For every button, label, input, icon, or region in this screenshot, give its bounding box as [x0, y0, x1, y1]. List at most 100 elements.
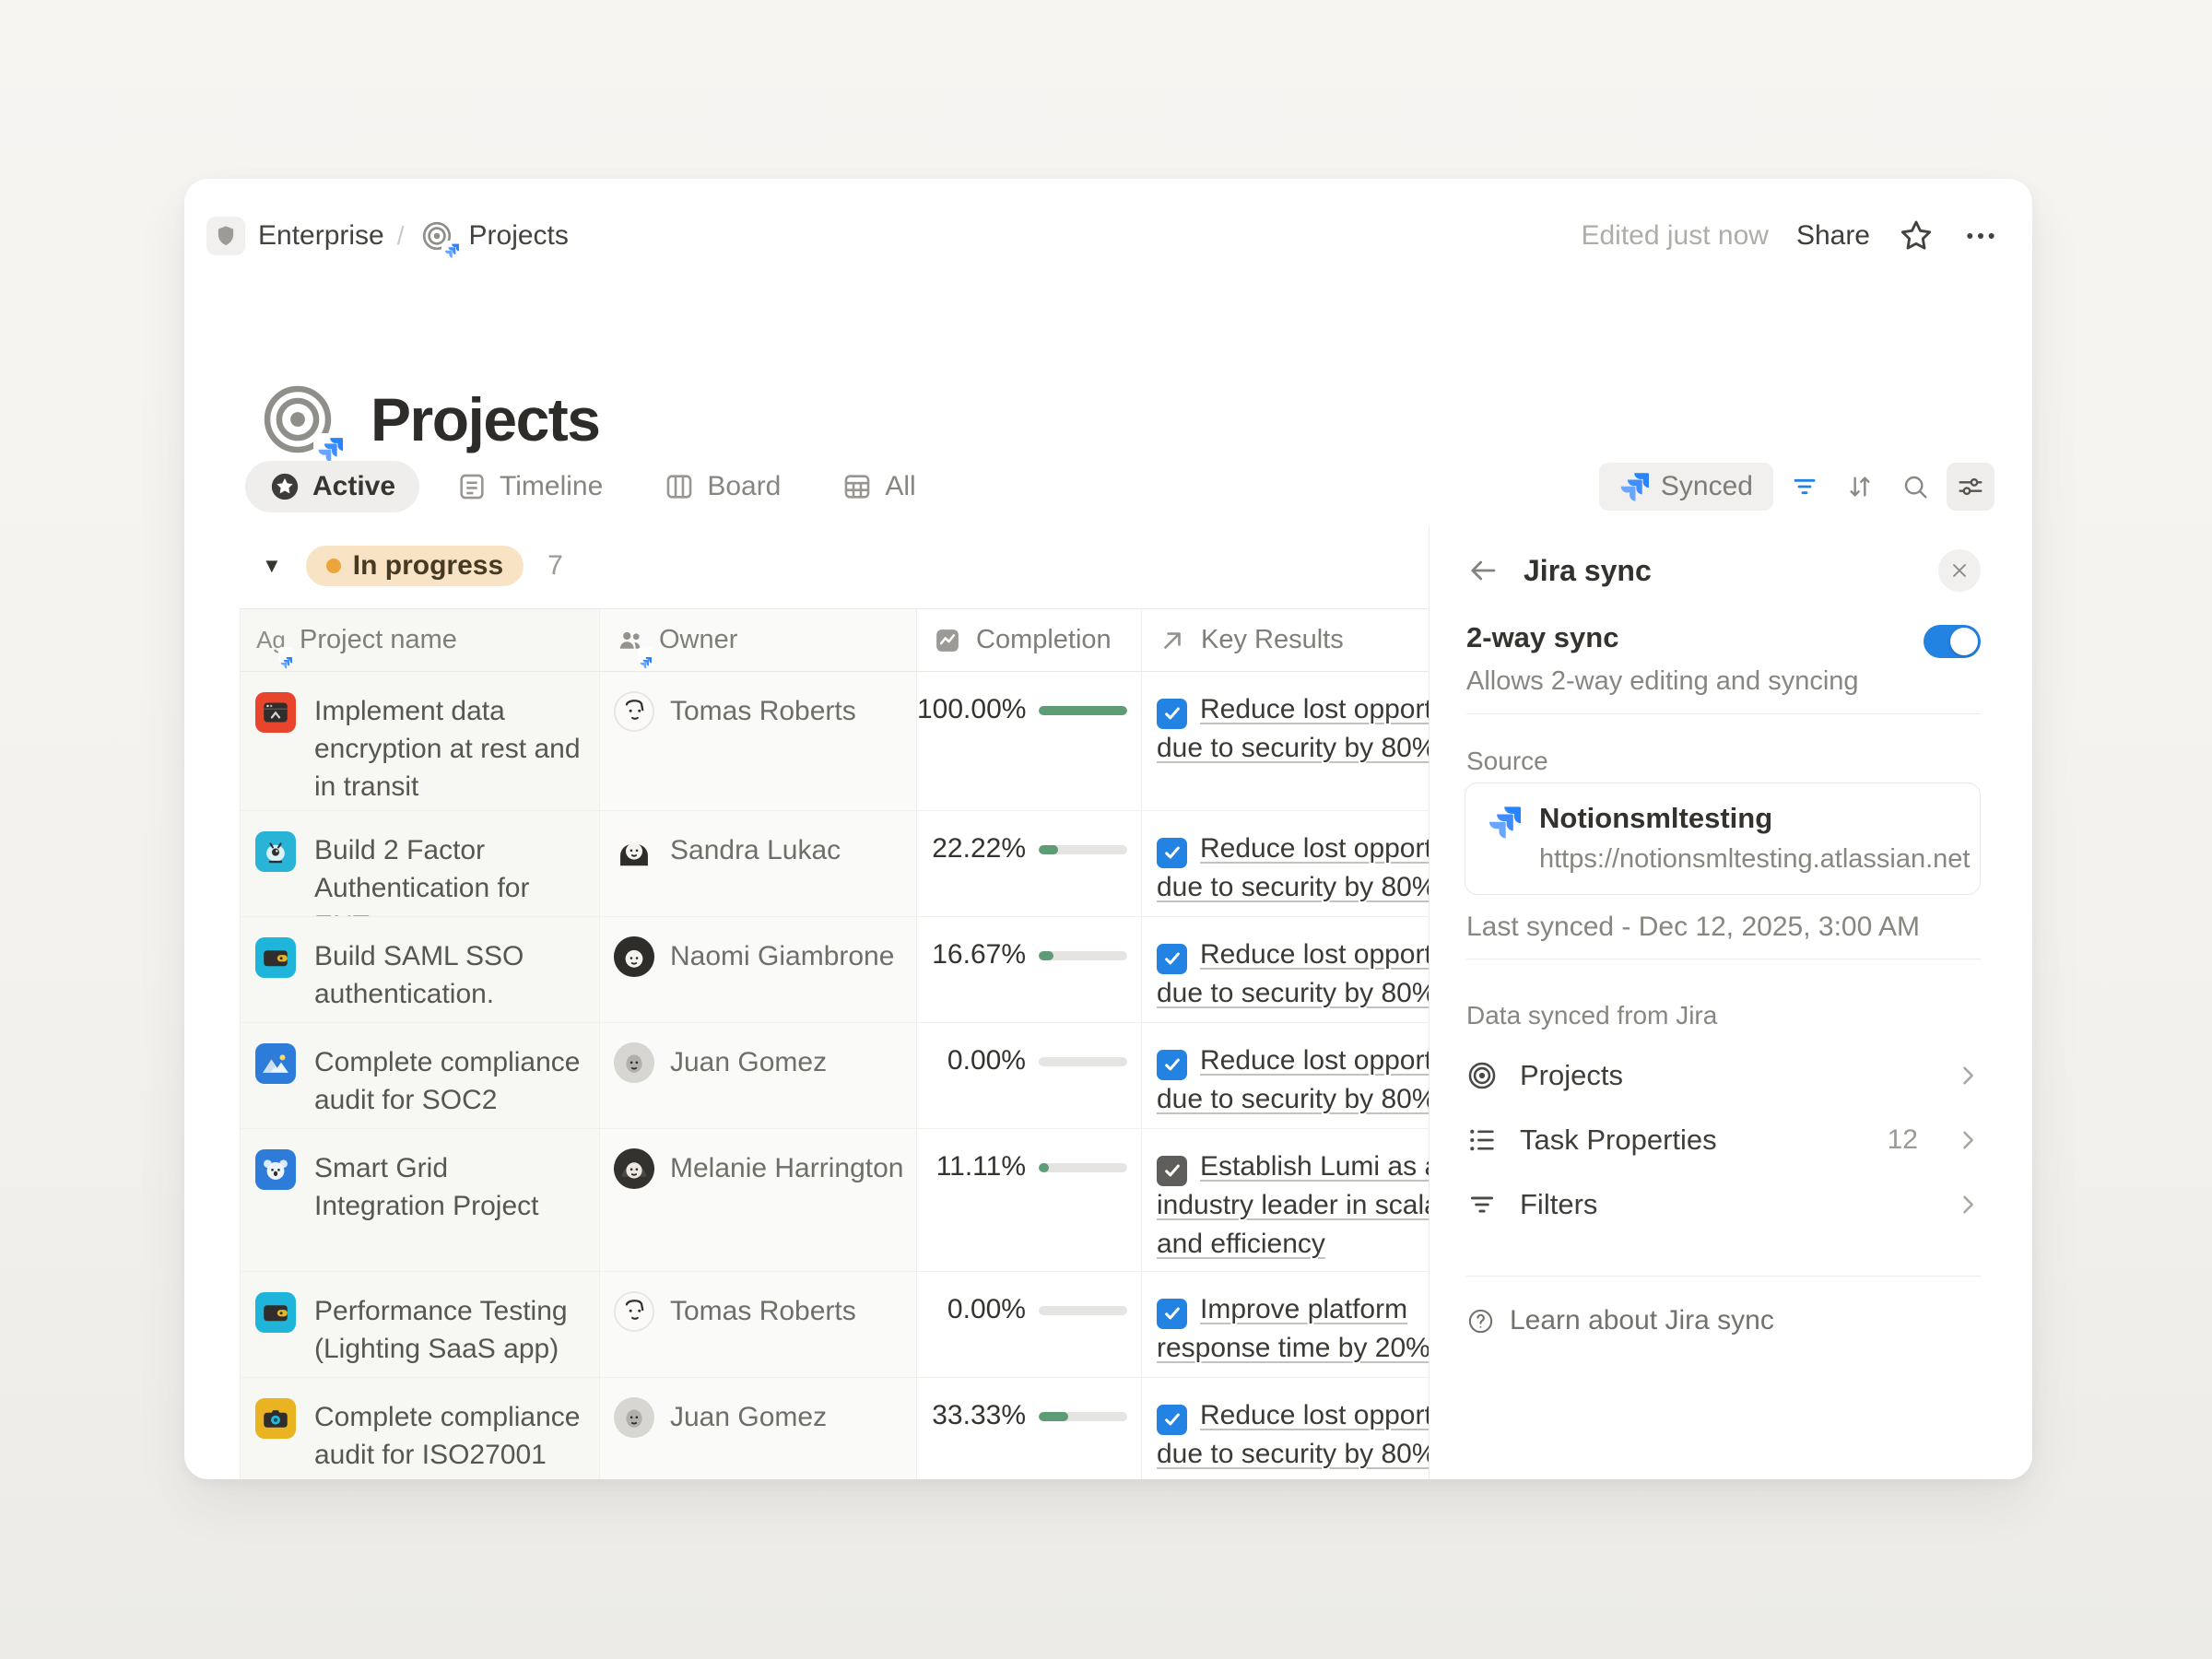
divider — [1466, 1276, 1981, 1277]
key-result-checkbox[interactable] — [1157, 838, 1187, 868]
column-header-key-results[interactable]: Key Results — [1142, 609, 1429, 671]
key-results-cell[interactable]: Establish Lumi as a industry leader in sc… — [1142, 1129, 1429, 1271]
owner-cell[interactable]: Tomas Roberts — [600, 672, 917, 810]
source-name: Notionsmltesting — [1539, 802, 1970, 835]
more-options-icon[interactable] — [1962, 218, 1999, 254]
project-name-cell[interactable]: Build 2 Factor Authentication for ENT — [241, 811, 600, 916]
project-name[interactable]: Complete compliance audit for ISO27001 — [314, 1398, 586, 1474]
source-card[interactable]: Notionsmltesting https://notionsmltestin… — [1465, 782, 1981, 895]
page-icon-target[interactable] — [258, 380, 337, 459]
owner-cell[interactable]: Naomi Giambrone — [600, 917, 917, 1022]
owner-cell[interactable]: Juan Gomez — [600, 1378, 917, 1479]
tab-active[interactable]: Active — [245, 461, 419, 512]
project-name[interactable]: Implement data encryption at rest and in… — [314, 692, 586, 806]
key-results-cell[interactable]: Reduce lost opportu due to security by 80… — [1142, 1378, 1429, 1479]
completion-value: 22.22% — [917, 833, 1026, 865]
completion-cell[interactable]: 33.33% — [917, 1378, 1142, 1479]
search-icon[interactable] — [1891, 463, 1939, 511]
project-name-cell[interactable]: Smart Grid Integration Project — [241, 1129, 600, 1271]
key-results-cell[interactable]: Improve platform response time by 20% — [1142, 1272, 1429, 1377]
key-results-cell[interactable]: Reduce lost opportu due to security by 80… — [1142, 917, 1429, 1022]
key-result-link[interactable]: response time by 20% — [1157, 1333, 1429, 1363]
owner-cell[interactable]: Tomas Roberts — [600, 1272, 917, 1377]
completion-cell[interactable]: 0.00% — [917, 1272, 1142, 1377]
two-way-sync-toggle[interactable] — [1924, 625, 1981, 658]
key-result-link[interactable]: Reduce lost opportu — [1200, 1045, 1429, 1076]
synced-item-task-properties[interactable]: Task Properties12 — [1466, 1108, 1981, 1172]
project-name[interactable]: Build 2 Factor Authentication for ENT — [314, 831, 586, 916]
synced-item-projects[interactable]: Projects — [1466, 1043, 1981, 1108]
key-result-link[interactable]: due to security by 80% — [1157, 978, 1429, 1008]
owner-cell[interactable]: Juan Gomez — [600, 1023, 917, 1128]
status-badge[interactable]: In progress — [306, 546, 524, 586]
project-name-cell[interactable]: Performance Testing (Lighting SaaS app) — [241, 1272, 600, 1377]
breadcrumb-page[interactable]: Projects — [469, 220, 569, 252]
workspace-shield-icon[interactable] — [206, 217, 245, 255]
completion-cell[interactable]: 16.67% — [917, 917, 1142, 1022]
view-settings-icon[interactable] — [1947, 463, 1994, 511]
owner-cell[interactable]: Sandra Lukac — [600, 811, 917, 916]
key-results-cell[interactable]: Reduce lost opportu due to security by 80… — [1142, 672, 1429, 810]
key-results-cell[interactable]: Reduce lost opportu due to security by 80… — [1142, 1023, 1429, 1128]
favorite-star-icon[interactable] — [1898, 218, 1935, 254]
table-row: Implement data encryption at rest and in… — [241, 672, 1429, 810]
project-name-cell[interactable]: Implement data encryption at rest and in… — [241, 672, 600, 810]
column-header-project-name[interactable]: AgProject name — [241, 609, 600, 671]
project-name[interactable]: Performance Testing (Lighting SaaS app) — [314, 1292, 586, 1368]
key-result-checkbox[interactable] — [1157, 1299, 1187, 1329]
tab-board[interactable]: Board — [640, 461, 805, 512]
collapse-triangle-icon[interactable]: ▼ — [262, 554, 282, 578]
project-name[interactable]: Smart Grid Integration Project — [314, 1149, 586, 1225]
project-name-cell[interactable]: Complete compliance audit for SOC2 — [241, 1023, 600, 1128]
key-result-link[interactable]: industry leader in scala — [1157, 1190, 1429, 1220]
key-result-checkbox[interactable] — [1157, 1405, 1187, 1435]
key-result-checkbox[interactable] — [1157, 699, 1187, 729]
key-result-link[interactable]: due to security by 80% — [1157, 1084, 1429, 1114]
key-result-link[interactable]: due to security by 80% — [1157, 1439, 1429, 1469]
share-button[interactable]: Share — [1796, 220, 1870, 252]
key-result-checkbox[interactable] — [1157, 1156, 1187, 1186]
learn-about-jira-sync-link[interactable]: Learn about Jira sync — [1466, 1305, 1774, 1336]
key-results-cell[interactable]: Reduce lost opportu due to security by 80… — [1142, 811, 1429, 916]
completion-cell[interactable]: 11.11% — [917, 1129, 1142, 1271]
key-result-link[interactable]: due to security by 80% — [1157, 733, 1429, 763]
column-label: Completion — [976, 625, 1112, 655]
project-name[interactable]: Complete compliance audit for SOC2 — [314, 1043, 586, 1119]
completion-cell[interactable]: 22.22% — [917, 811, 1142, 916]
owner-name: Naomi Giambrone — [670, 935, 894, 978]
completion-cell[interactable]: 100.00% — [917, 672, 1142, 810]
tab-timeline[interactable]: Timeline — [432, 461, 627, 512]
key-result-link[interactable]: Reduce lost opportu — [1200, 694, 1429, 724]
back-arrow-icon[interactable] — [1466, 554, 1500, 587]
panel-header: Jira sync — [1466, 547, 1981, 594]
synced-item-filters[interactable]: Filters — [1466, 1172, 1981, 1237]
project-name-cell[interactable]: Build SAML SSO authentication. — [241, 917, 600, 1022]
column-header-owner[interactable]: Owner — [600, 609, 917, 671]
owner-cell[interactable]: Melanie Harrington — [600, 1129, 917, 1271]
key-result-link[interactable]: Reduce lost opportu — [1200, 939, 1429, 970]
column-header-completion[interactable]: Completion — [917, 609, 1142, 671]
tab-all[interactable]: All — [818, 461, 939, 512]
key-result-link[interactable]: and efficiency — [1157, 1229, 1325, 1259]
key-result-link[interactable]: Improve platform — [1200, 1294, 1407, 1324]
close-icon[interactable] — [1938, 549, 1981, 592]
key-result-link[interactable]: Establish Lumi as a — [1200, 1151, 1429, 1182]
key-result-link[interactable]: due to security by 80% — [1157, 872, 1429, 902]
grid-icon — [841, 471, 873, 502]
projects-target-icon[interactable] — [418, 217, 456, 255]
key-result-checkbox[interactable] — [1157, 944, 1187, 974]
project-name[interactable]: Build SAML SSO authentication. — [314, 937, 586, 1013]
synced-button[interactable]: Synced — [1599, 463, 1773, 511]
help-icon — [1466, 1307, 1495, 1335]
sort-icon[interactable] — [1836, 463, 1884, 511]
completion-cell[interactable]: 0.00% — [917, 1023, 1142, 1128]
key-result-link[interactable]: Reduce lost opportu — [1200, 1400, 1429, 1430]
two-way-sync-setting: 2-way sync Allows 2-way editing and sync… — [1466, 621, 1981, 697]
owner-name: Tomas Roberts — [670, 1290, 856, 1333]
filter-icon[interactable] — [1781, 463, 1829, 511]
key-result-checkbox[interactable] — [1157, 1050, 1187, 1080]
project-name-cell[interactable]: Complete compliance audit for ISO27001 — [241, 1378, 600, 1479]
monster-project-icon — [255, 831, 296, 872]
breadcrumb-workspace[interactable]: Enterprise — [258, 220, 384, 252]
key-result-link[interactable]: Reduce lost opportu — [1200, 833, 1429, 864]
